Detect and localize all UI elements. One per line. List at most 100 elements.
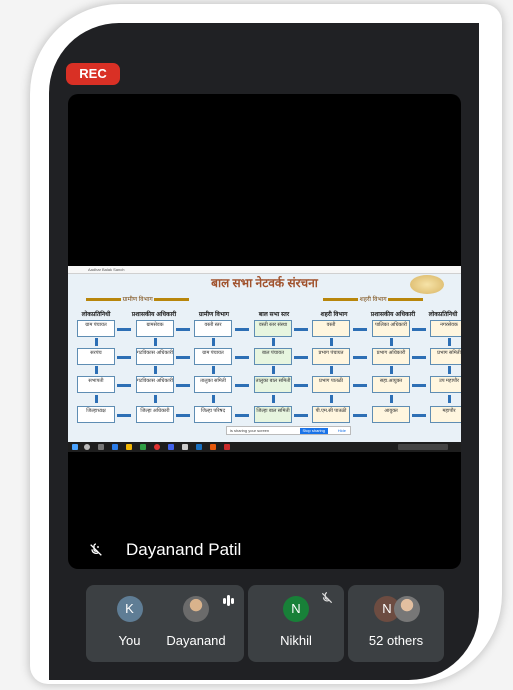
shared-screen: Aadhar Balak Sanch बाल सभा नेटवर्क संरचन… — [68, 266, 461, 452]
arrow-icon — [330, 338, 333, 346]
avatar — [394, 596, 420, 622]
hierarchy-cell: पालिका अधिकारी — [372, 320, 410, 337]
hierarchy-cell: वस्ती — [312, 320, 350, 337]
arrow-icon — [272, 395, 275, 403]
hierarchy-cell: प्रभाग समिती — [430, 348, 461, 365]
meeting-screen: REC Aadhar Balak Sanch बाल सभा नेटवर्क स… — [49, 23, 479, 680]
system-tray — [398, 444, 448, 450]
banner-arrow-icon — [323, 297, 358, 301]
app-icon — [182, 444, 188, 450]
arrow-icon — [176, 328, 190, 331]
avatar — [183, 596, 209, 622]
column-header: शहरी विभाग — [320, 312, 348, 318]
arrow-icon — [353, 356, 367, 359]
chrome-icon — [154, 444, 160, 450]
speaking-indicator-icon — [223, 592, 234, 610]
column-header: प्रशासकीय अधिकारी — [131, 312, 177, 318]
hierarchy-cell: तालुका समिती — [194, 376, 232, 393]
hierarchy-cell: वस्ती स्तर संस्था — [254, 320, 292, 337]
arrow-icon — [235, 384, 249, 387]
arrow-icon — [412, 356, 426, 359]
left-banner: ग्रामीण विभाग — [86, 296, 190, 304]
app-icon — [140, 444, 146, 450]
column-header: लोकप्रतिनिधी — [81, 312, 111, 318]
browser-tab-bar: Aadhar Balak Sanch — [68, 266, 461, 274]
arrow-icon — [212, 395, 215, 403]
arrow-icon — [412, 328, 426, 331]
arrow-icon — [212, 338, 215, 346]
hierarchy-cell: वस्ती स्तर — [194, 320, 232, 337]
arrow-icon — [448, 395, 451, 403]
hierarchy-cell: ग्रामसेवक — [136, 320, 174, 337]
arrow-icon — [212, 366, 215, 374]
hierarchy-cell: प्रभाग पातळी — [312, 376, 350, 393]
mic-off-icon — [321, 592, 333, 604]
arrow-icon — [330, 366, 333, 374]
hierarchy-cell: जिल्हा बाल समिती — [254, 406, 292, 423]
task-view-icon — [98, 444, 104, 450]
arrow-icon — [390, 338, 393, 346]
hierarchy-cell: गटविकास अधिकारी — [136, 376, 174, 393]
app-icon — [224, 444, 230, 450]
hierarchy-cell: आयुक्त — [372, 406, 410, 423]
hide-button[interactable]: Hide — [338, 427, 346, 435]
arrow-icon — [117, 356, 131, 359]
edge-icon — [112, 444, 118, 450]
left-banner-label: ग्रामीण विभाग — [122, 297, 153, 303]
hierarchy-cell: सभापती — [77, 376, 115, 393]
hierarchy-cell: नगरसेवक — [430, 320, 461, 337]
arrow-icon — [294, 328, 308, 331]
hierarchy-cell: प्रभाग पंचायत — [312, 348, 350, 365]
column-header: बाल सभा स्तर — [258, 312, 290, 318]
arrow-icon — [154, 395, 157, 403]
arrow-icon — [154, 366, 157, 374]
hierarchy-cell: जिल्हाध्यक्ष — [77, 406, 115, 423]
column-header: प्रशासकीय अधिकारी — [370, 312, 416, 318]
arrow-icon — [117, 414, 131, 417]
organization-logo — [410, 275, 444, 294]
arrow-icon — [390, 395, 393, 403]
main-video-tile[interactable]: Aadhar Balak Sanch बाल सभा नेटवर्क संरचन… — [68, 94, 461, 569]
arrow-icon — [176, 414, 190, 417]
speaker-name-bar: Dayanand Patil — [68, 531, 461, 569]
arrow-icon — [448, 366, 451, 374]
participant-tile-nikhil[interactable]: N Nikhil — [248, 585, 344, 662]
hierarchy-cell: जिल्हा परिषद — [194, 406, 232, 423]
arrow-icon — [176, 356, 190, 359]
participant-tile-others[interactable]: N 52 others — [348, 585, 444, 662]
column-header: लोकप्रतिनिधी — [428, 312, 458, 318]
hierarchy-cell: जिल्हा अधिकारी — [136, 406, 174, 423]
arrow-icon — [353, 414, 367, 417]
arrow-icon — [272, 338, 275, 346]
participant-name: Nikhil — [280, 633, 312, 648]
banner-arrow-icon — [388, 297, 424, 301]
arrow-icon — [412, 384, 426, 387]
hierarchy-cell: सहा.आयुक्त — [372, 376, 410, 393]
arrow-icon — [235, 414, 249, 417]
column-header: ग्रामीण विभाग — [198, 312, 230, 318]
hierarchy-cell: सरपंच — [77, 348, 115, 365]
hierarchy-cell: गटविकास अधिकारी — [136, 348, 174, 365]
arrow-icon — [353, 328, 367, 331]
app-icon — [196, 444, 202, 450]
arrow-icon — [235, 328, 249, 331]
arrow-icon — [294, 414, 308, 417]
participant-name: Dayanand — [166, 633, 226, 648]
hierarchy-cell: पी.एम.सी पातळी — [312, 406, 350, 423]
arrow-icon — [330, 395, 333, 403]
arrow-icon — [176, 384, 190, 387]
arrow-icon — [117, 384, 131, 387]
arrow-icon — [448, 338, 451, 346]
right-banner: शहरी विभाग — [323, 296, 424, 304]
avatar: K — [116, 596, 143, 622]
stop-sharing-button[interactable]: Stop sharing — [299, 428, 328, 434]
hierarchy-cell: तालुका बाल समिती — [254, 376, 292, 393]
share-notice-bar: is sharing your screen Stop sharing Hide — [226, 426, 351, 435]
recording-badge: REC — [66, 63, 120, 85]
arrow-icon — [412, 414, 426, 417]
arrow-icon — [294, 384, 308, 387]
participant-tile-dayanand[interactable]: Dayanand — [148, 585, 244, 662]
arrow-icon — [117, 328, 131, 331]
hierarchy-cell: ग्राम पंचायत — [77, 320, 115, 337]
arrow-icon — [390, 366, 393, 374]
